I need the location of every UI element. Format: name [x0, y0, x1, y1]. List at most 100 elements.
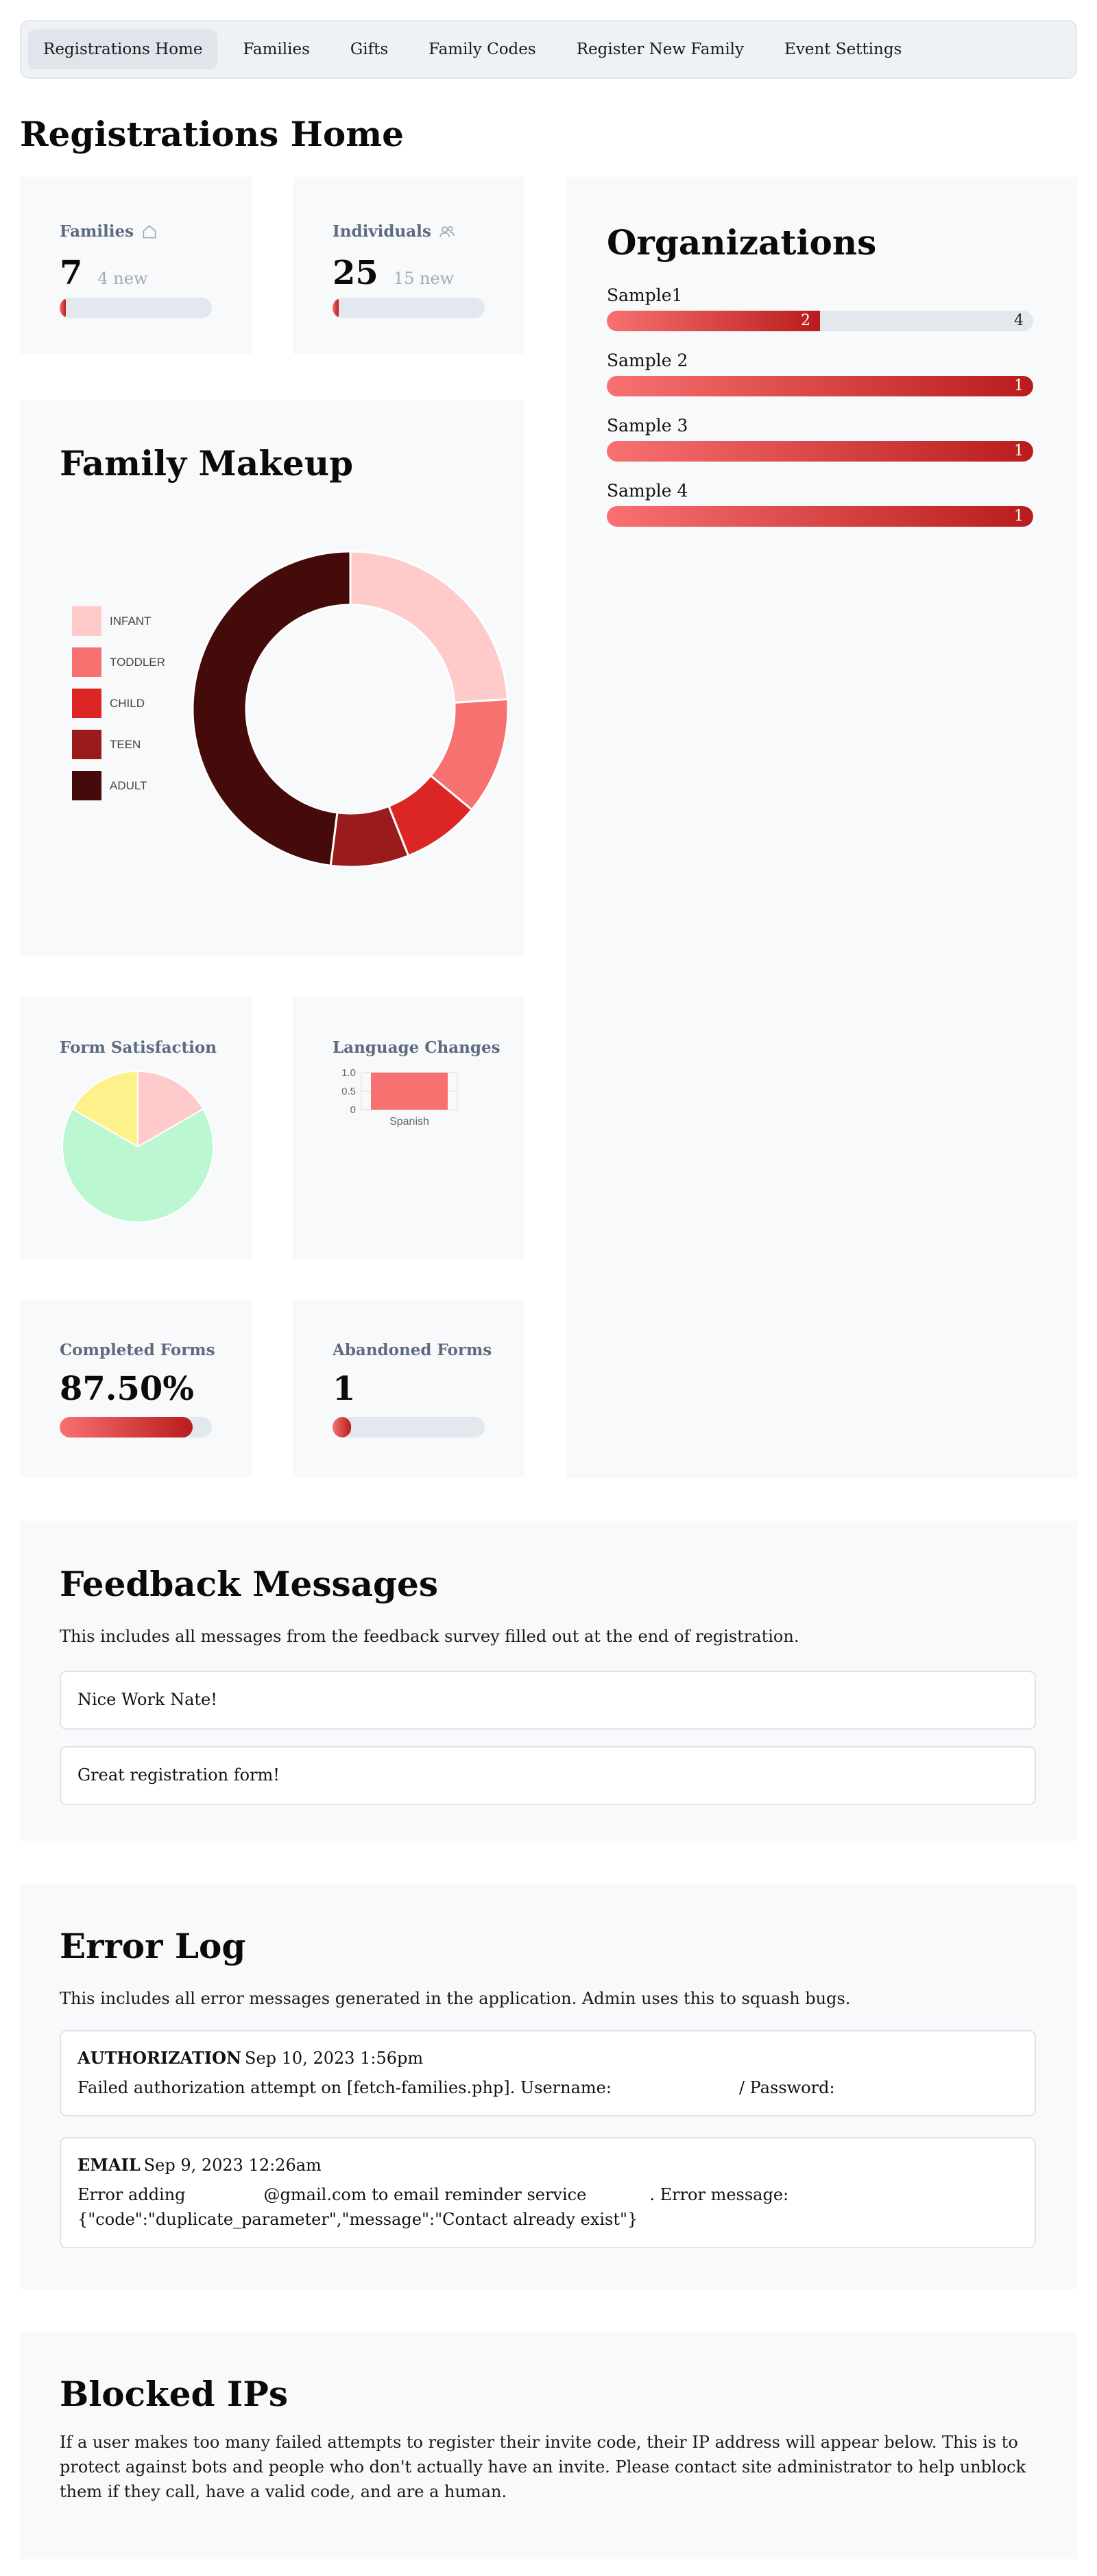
error-log-description: This includes all error messages generat… — [60, 1989, 851, 2008]
organization-bar-fill: 1 — [607, 506, 1033, 527]
abandoned-forms-progress-fill — [333, 1417, 351, 1438]
feedback-message-text: Great registration form! — [77, 1765, 280, 1785]
nav-families[interactable]: Families — [228, 29, 324, 69]
form-satisfaction-title: Form Satisfaction — [60, 1038, 217, 1057]
organization-bar-fill: 1 — [607, 441, 1033, 462]
donut-slice-adult — [191, 550, 352, 867]
organization-count: 2 — [801, 312, 810, 329]
y-tick-label: 0 — [350, 1104, 356, 1116]
error-date: Sep 10, 2023 1:56pm — [245, 2049, 424, 2068]
feedback-message-text: Nice Work Nate! — [77, 1690, 217, 1709]
error-body-text: . Error message: — [649, 2185, 789, 2204]
individuals-value-row: 25 15 new — [333, 254, 454, 292]
abandoned-forms-value: 1 — [333, 1370, 356, 1408]
abandoned-forms-progress — [333, 1417, 485, 1438]
x-tick-label: Spanish — [389, 1116, 429, 1128]
blocked-ips-title: Blocked IPs — [60, 2374, 289, 2414]
families-progress — [60, 298, 212, 318]
organization-row: Sample 3 1 — [607, 416, 1033, 462]
organization-bar: 1 — [607, 441, 1033, 462]
family-makeup-legend: INFANT TODDLER CHILD TEEN ADULT — [72, 606, 165, 812]
y-tick-label: 0.5 — [341, 1086, 356, 1097]
organizations-list: Sample1 2 4 Sample 2 1 Sample 3 1 Sample 41 — [607, 285, 1033, 546]
abandoned-forms-title: Abandoned Forms — [333, 1341, 492, 1359]
families-label-row: Families — [60, 222, 158, 241]
legend-item: INFANT — [72, 606, 165, 636]
families-count: 7 — [60, 254, 83, 292]
error-body-text: {"code":"duplicate_parameter","message":… — [77, 2210, 638, 2229]
organizations-title: Organizations — [607, 222, 877, 263]
completed-forms-progress — [60, 1417, 212, 1438]
error-type: AUTHORIZATION — [77, 2048, 241, 2068]
legend-swatch — [72, 689, 101, 718]
bar-spanish — [371, 1073, 448, 1110]
form-satisfaction-card: Form Satisfaction — [20, 997, 252, 1259]
legend-label: TODDLER — [110, 655, 165, 669]
organization-name: Sample1 — [607, 285, 683, 305]
error-log-title: Error Log — [60, 1926, 246, 1966]
organization-bar: 1 — [607, 376, 1033, 396]
completed-forms-value: 87.50% — [60, 1370, 194, 1408]
individuals-card: Individuals 25 15 new — [293, 177, 525, 354]
individuals-label: Individuals — [333, 222, 431, 241]
organization-row: Sample 2 1 — [607, 350, 1033, 396]
organization-bar: 1 — [607, 506, 1033, 527]
legend-item: CHILD — [72, 689, 165, 718]
legend-item: TEEN — [72, 730, 165, 759]
nav-registrations-home[interactable]: Registrations Home — [28, 29, 218, 69]
individuals-new: 15 new — [393, 269, 455, 288]
error-date: Sep 9, 2023 12:26am — [143, 2156, 322, 2175]
nav-family-codes[interactable]: Family Codes — [413, 29, 551, 69]
legend-swatch — [72, 730, 101, 759]
organization-name: Sample 3 — [607, 416, 688, 436]
legend-item: TODDLER — [72, 647, 165, 677]
nav-event-settings[interactable]: Event Settings — [769, 29, 917, 69]
nav-gifts[interactable]: Gifts — [335, 29, 403, 69]
organization-count: 1 — [1014, 377, 1024, 394]
error-body: Failed authorization attempt on [fetch-f… — [77, 2075, 1024, 2100]
legend-label: ADULT — [110, 778, 147, 792]
legend-label: CHILD — [110, 696, 145, 710]
error-entry-header: AUTHORIZATION Sep 10, 2023 1:56pm — [77, 2048, 423, 2068]
organization-count: 1 — [1014, 442, 1024, 460]
organization-name: Sample 4 — [607, 481, 688, 501]
top-nav: Registrations Home Families Gifts Family… — [20, 20, 1077, 79]
nav-register-new-family[interactable]: Register New Family — [562, 29, 759, 69]
families-new: 4 new — [97, 269, 148, 288]
legend-swatch — [72, 647, 101, 677]
feedback-title: Feedback Messages — [60, 1564, 438, 1604]
organization-row: Sample1 2 4 — [607, 285, 1033, 331]
error-entry: AUTHORIZATION Sep 10, 2023 1:56pm Failed… — [60, 2030, 1036, 2116]
families-value-row: 7 4 new — [60, 254, 148, 292]
error-log-card: Error Log This includes all error messag… — [20, 1883, 1077, 2289]
error-body-text: Failed authorization attempt on [fetch-f… — [77, 2078, 612, 2097]
feedback-message: Great registration form! — [60, 1746, 1036, 1805]
blocked-ips-card: Blocked IPs If a user makes too many fai… — [20, 2331, 1077, 2559]
families-progress-fill — [60, 298, 66, 318]
completed-forms-progress-fill — [60, 1417, 193, 1438]
organization-bar-fill: 2 — [607, 311, 820, 331]
feedback-description: This includes all messages from the feed… — [60, 1627, 799, 1646]
legend-item: ADULT — [72, 771, 165, 800]
blocked-ips-description: If a user makes too many failed attempts… — [60, 2433, 1026, 2501]
error-entry-header: EMAIL Sep 9, 2023 12:26am — [77, 2155, 322, 2175]
legend-label: INFANT — [110, 614, 152, 628]
language-changes-chart: 1.0 0.5 0 Spanish — [341, 1067, 458, 1128]
organization-bar: 24 — [607, 311, 1033, 331]
users-icon — [439, 226, 455, 237]
family-makeup-title: Family Makeup — [60, 443, 354, 484]
page-title: Registrations Home — [20, 114, 404, 154]
y-tick-label: 1.0 — [341, 1067, 356, 1079]
error-body-text: Error adding — [77, 2185, 186, 2204]
organization-count: 1 — [1014, 508, 1024, 525]
house-icon — [143, 224, 156, 239]
organization-total: 4 — [1014, 312, 1024, 329]
error-entry: EMAIL Sep 9, 2023 12:26am Error adding @g… — [60, 2137, 1036, 2248]
individuals-label-row: Individuals — [333, 222, 456, 241]
legend-label: TEEN — [110, 737, 141, 751]
legend-swatch — [72, 771, 101, 800]
error-body-text: / Password: — [738, 2078, 835, 2097]
families-card: Families 7 4 new — [20, 177, 252, 354]
language-changes-title: Language Changes — [333, 1038, 501, 1057]
individuals-progress — [333, 298, 485, 318]
